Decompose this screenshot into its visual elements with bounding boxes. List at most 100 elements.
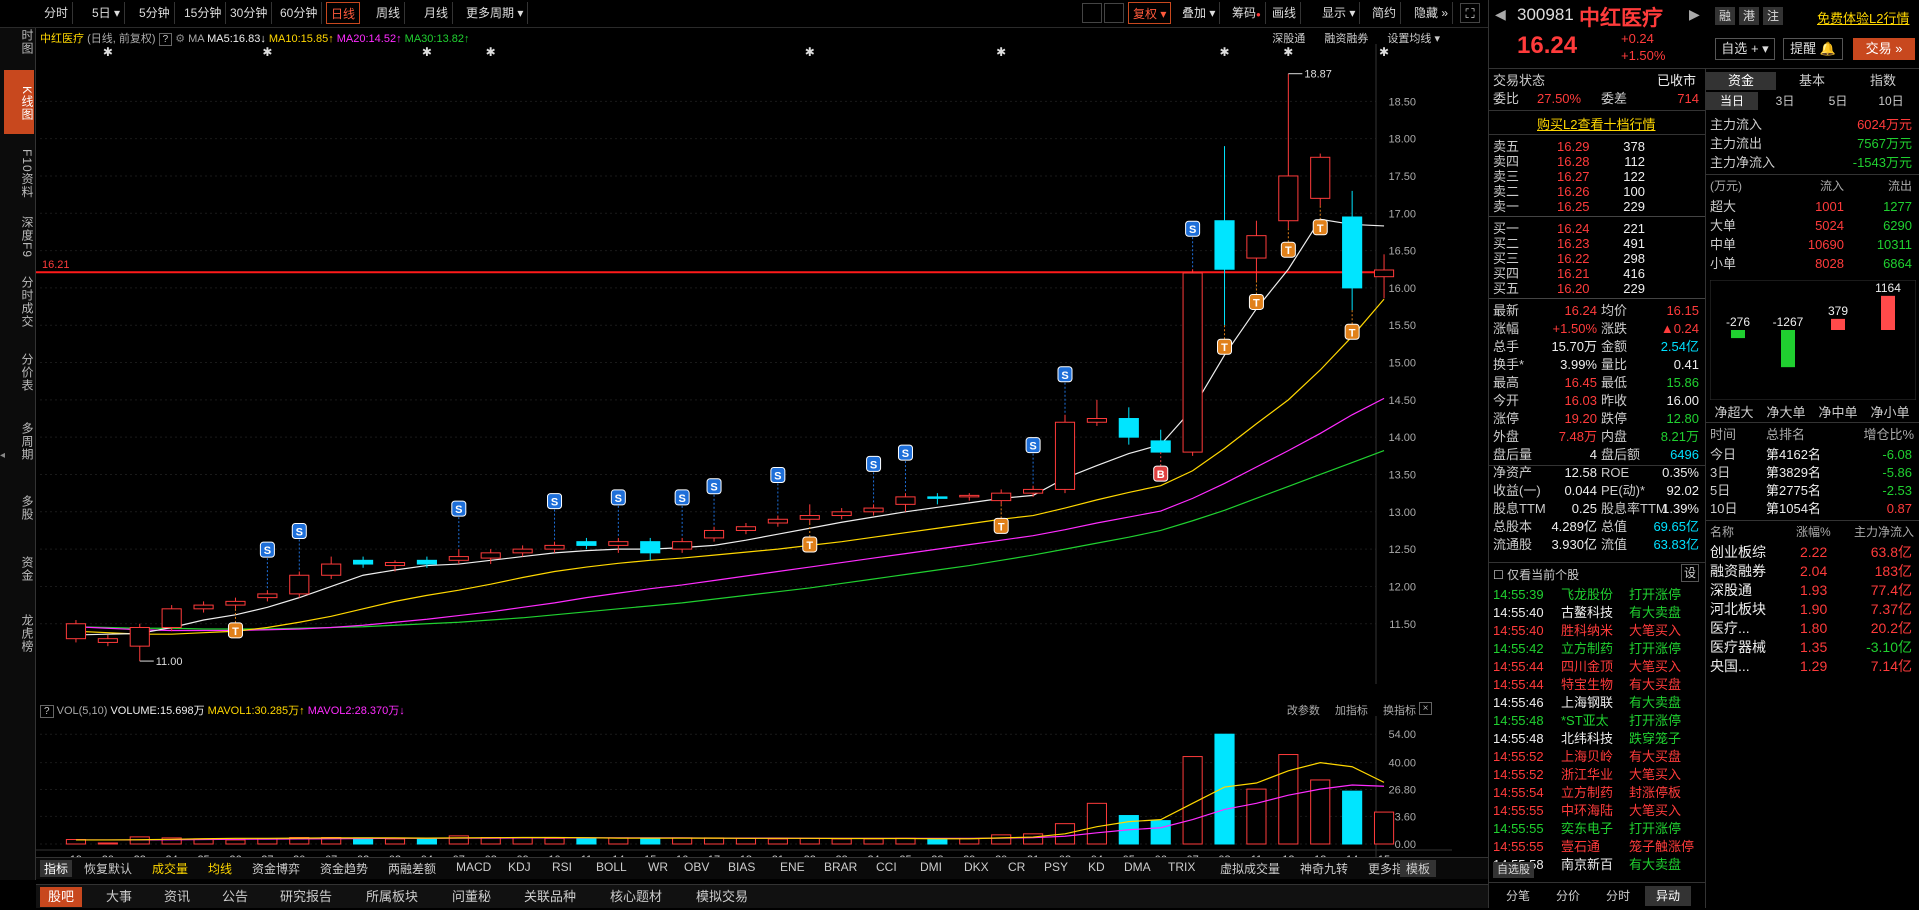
candle-body[interactable] — [97, 638, 118, 643]
volume-bar[interactable] — [959, 838, 980, 845]
candle-body[interactable] — [576, 541, 597, 546]
indicator-15[interactable]: BRAR — [824, 860, 857, 874]
signal-S-marker[interactable]: S — [547, 493, 563, 542]
stock-tag-0[interactable]: 融 — [1715, 7, 1735, 25]
signal-B-marker[interactable]: B — [1153, 452, 1169, 482]
candle-body[interactable] — [384, 562, 406, 567]
collapse-left-icon[interactable]: ◂ — [0, 450, 5, 461]
only-current-checkbox[interactable]: ☐ 仅看当前个股 — [1493, 566, 1579, 583]
candle-body[interactable] — [1150, 440, 1171, 453]
indicator-7[interactable]: MACD — [456, 860, 491, 874]
alert-button[interactable]: 提醒 🔔 — [1783, 38, 1843, 60]
trade-button[interactable]: 交易 » — [1853, 38, 1915, 60]
volume-bar[interactable] — [448, 835, 469, 845]
signal-S-marker[interactable]: S — [674, 489, 690, 538]
volume-bar[interactable] — [544, 837, 565, 845]
candle-body[interactable] — [895, 496, 916, 505]
indicator-19[interactable]: CR — [1008, 860, 1025, 874]
volume-bar[interactable] — [384, 838, 406, 845]
rail-item-1[interactable]: K线图 — [4, 70, 34, 134]
candle-body[interactable] — [321, 563, 342, 576]
feed-settings-button[interactable]: 设 — [1681, 564, 1699, 582]
bottom-tab-8[interactable]: 核心题材 — [602, 887, 670, 907]
candle-body[interactable] — [640, 541, 661, 554]
period-btn-4[interactable]: 30分钟 — [226, 2, 273, 24]
star-icon[interactable]: ✱ — [1283, 45, 1293, 59]
indicator-12[interactable]: OBV — [684, 860, 709, 874]
fullscreen-icon[interactable]: ⛶ — [1460, 3, 1480, 23]
signal-S-marker[interactable]: S — [706, 478, 722, 527]
l2-upgrade-link[interactable]: 购买L2查看十档行情 — [1537, 114, 1655, 133]
signal-S-marker[interactable]: S — [291, 523, 307, 572]
signal-S-marker[interactable]: S — [1025, 437, 1041, 486]
bottom-tab-2[interactable]: 资讯 — [156, 887, 198, 907]
signal-S-marker[interactable]: S — [866, 455, 882, 505]
volume-bar[interactable] — [672, 837, 693, 845]
candle-body[interactable] — [991, 492, 1012, 502]
candle-body[interactable] — [480, 552, 501, 559]
signal-T-marker[interactable]: T — [993, 504, 1009, 534]
volume-bar[interactable] — [225, 839, 246, 845]
feed-tab-0[interactable]: 分笔 — [1495, 886, 1541, 906]
signal-S-marker[interactable]: S — [897, 444, 913, 494]
tool-btn-6[interactable]: 隐藏 » — [1410, 2, 1454, 24]
period-btn-3[interactable]: 15分钟 — [180, 2, 227, 24]
candle-body[interactable] — [448, 556, 469, 561]
indicator-9[interactable]: RSI — [552, 860, 572, 874]
zoom-in-icon[interactable] — [1082, 3, 1102, 23]
bottom-tab-0[interactable]: 股吧 — [40, 887, 83, 907]
volume-bar[interactable] — [1278, 754, 1299, 845]
indicator-8[interactable]: KDJ — [508, 860, 531, 874]
candle-body[interactable] — [225, 600, 246, 606]
sector-row[interactable]: 医疗器械 1.35 -3.10亿 — [1706, 639, 1919, 656]
volume-bar[interactable] — [1342, 790, 1363, 845]
period-btn-5[interactable]: 60分钟 — [276, 2, 323, 24]
signal-S-marker[interactable]: S — [259, 541, 275, 591]
candle-body[interactable] — [353, 559, 374, 565]
net-flow-chart[interactable]: -276 -1267 379 1164 — [1710, 280, 1916, 400]
indicator-17[interactable]: DMI — [920, 860, 942, 874]
rail-item-6[interactable]: 多周期 — [4, 410, 34, 470]
star-icon[interactable]: ✱ — [1379, 45, 1389, 59]
star-icon[interactable]: ✱ — [996, 45, 1006, 59]
candle-body[interactable] — [416, 559, 437, 565]
indicator-18[interactable]: DKX — [964, 860, 989, 874]
period-tab-2[interactable]: 5日 — [1812, 92, 1864, 110]
tool-btn-5[interactable]: 简约 — [1368, 2, 1402, 24]
indicator-2[interactable]: 成交量 — [152, 860, 188, 877]
bottom-tab-7[interactable]: 关联品种 — [516, 887, 584, 907]
candle-body[interactable] — [1118, 418, 1139, 438]
candle-body[interactable] — [544, 544, 565, 550]
net-bar[interactable] — [1731, 330, 1745, 339]
rail-item-8[interactable]: 资金 — [4, 542, 34, 592]
l2-trial-link[interactable]: 免费体验L2行情 — [1817, 8, 1909, 27]
indicator-13[interactable]: BIAS — [728, 860, 755, 874]
volume-bar[interactable] — [991, 834, 1012, 845]
signal-T-marker[interactable]: T — [1280, 228, 1296, 258]
period-tab-0[interactable]: 当日 — [1706, 92, 1758, 110]
candle-body[interactable] — [959, 494, 980, 498]
signal-T-marker[interactable]: T — [1217, 325, 1233, 355]
candle-body[interactable] — [1342, 216, 1363, 289]
period-tab-1[interactable]: 3日 — [1759, 92, 1811, 110]
tool-btn-1[interactable]: 叠加 ▾ — [1178, 2, 1221, 24]
volume-bar[interactable] — [831, 838, 852, 845]
candle-body[interactable] — [1023, 488, 1044, 494]
indicator-11[interactable]: WR — [648, 860, 668, 874]
add-watchlist-button[interactable]: 自选 + ▾ — [1715, 38, 1775, 60]
candle-body[interactable] — [863, 507, 884, 513]
volume-bar[interactable] — [767, 838, 788, 845]
candle-body[interactable] — [129, 626, 150, 647]
fund-tab-2[interactable]: 指数 — [1848, 72, 1918, 90]
volume-bar[interactable] — [703, 837, 725, 845]
net-bar[interactable] — [1831, 318, 1845, 330]
indicator-21[interactable]: KD — [1088, 860, 1105, 874]
signal-S-marker[interactable]: S — [451, 500, 467, 550]
signal-S-marker[interactable]: S — [770, 467, 786, 516]
tool-btn-0[interactable]: 复权 ▾ — [1128, 2, 1172, 24]
stock-tag-1[interactable]: 港 — [1739, 7, 1759, 25]
candle-body[interactable] — [1246, 235, 1267, 259]
volume-bar[interactable] — [1214, 733, 1235, 845]
signal-T-marker[interactable]: T — [1248, 280, 1264, 310]
indicator-24[interactable]: 虚拟成交量 — [1220, 860, 1280, 877]
